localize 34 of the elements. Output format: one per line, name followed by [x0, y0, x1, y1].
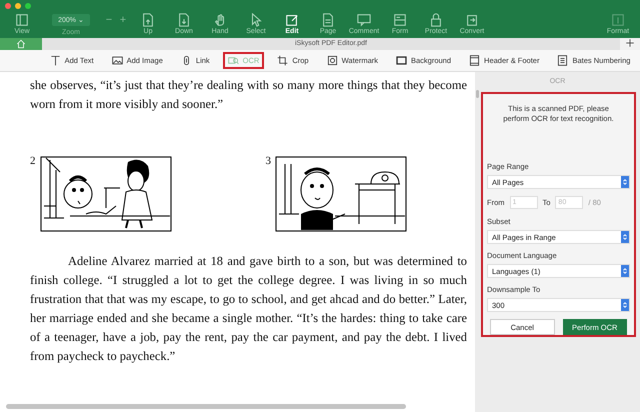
convert-icon: [465, 13, 479, 27]
paragraph: Adeline Alvarez married at 18 and gave birth to a son, but was determined to finish college. “I struggled a lot to get the college degree. I was living in so much frustration that that was my escape, to go to school, and get ahcad and do better.” Later, her marriage ended and she became a single mother. “It’s the hardes: thing to take care of a teenager, have a job, pay the rent, pay the car payment, and pay the debt. I lived from paycheck to paycheck.”: [30, 253, 467, 365]
stepper-icon: [622, 233, 628, 241]
cursor-icon: [249, 13, 263, 27]
numbering-icon: [557, 55, 568, 66]
lock-icon: [429, 13, 443, 27]
figure-number: 2: [30, 156, 36, 167]
crop-icon: [277, 55, 288, 66]
ocr-icon: [228, 55, 239, 66]
page-icon: [321, 13, 335, 27]
paragraph: she observes, “it’s just that they’re dealing with so many more things that they become worn from it more visibly and sooner.”: [30, 77, 467, 113]
page-up-icon: [141, 13, 155, 27]
stepper-icon: [622, 178, 628, 186]
watermark-icon: [326, 55, 338, 66]
plus-icon: [625, 38, 635, 48]
header-footer-icon: [469, 55, 480, 66]
format-icon: [611, 13, 625, 27]
sidebar-icon: [15, 13, 29, 27]
image-icon: [112, 55, 123, 66]
home-icon: [16, 39, 26, 49]
figure-number: 3: [266, 156, 271, 167]
horizontal-scrollbar[interactable]: [6, 404, 406, 409]
stepper-icon: [622, 301, 628, 309]
new-tab-button[interactable]: [620, 38, 640, 50]
stepper-icon: [622, 267, 628, 275]
background-icon: [396, 55, 407, 66]
comment-icon: [357, 13, 371, 27]
text-icon: [50, 55, 61, 66]
vertical-scrollbar[interactable]: [476, 90, 479, 98]
home-tab[interactable]: [0, 38, 42, 50]
page-down-icon: [177, 13, 191, 27]
form-icon: [393, 13, 407, 27]
edit-icon: [285, 13, 299, 27]
hand-icon: [213, 13, 227, 27]
